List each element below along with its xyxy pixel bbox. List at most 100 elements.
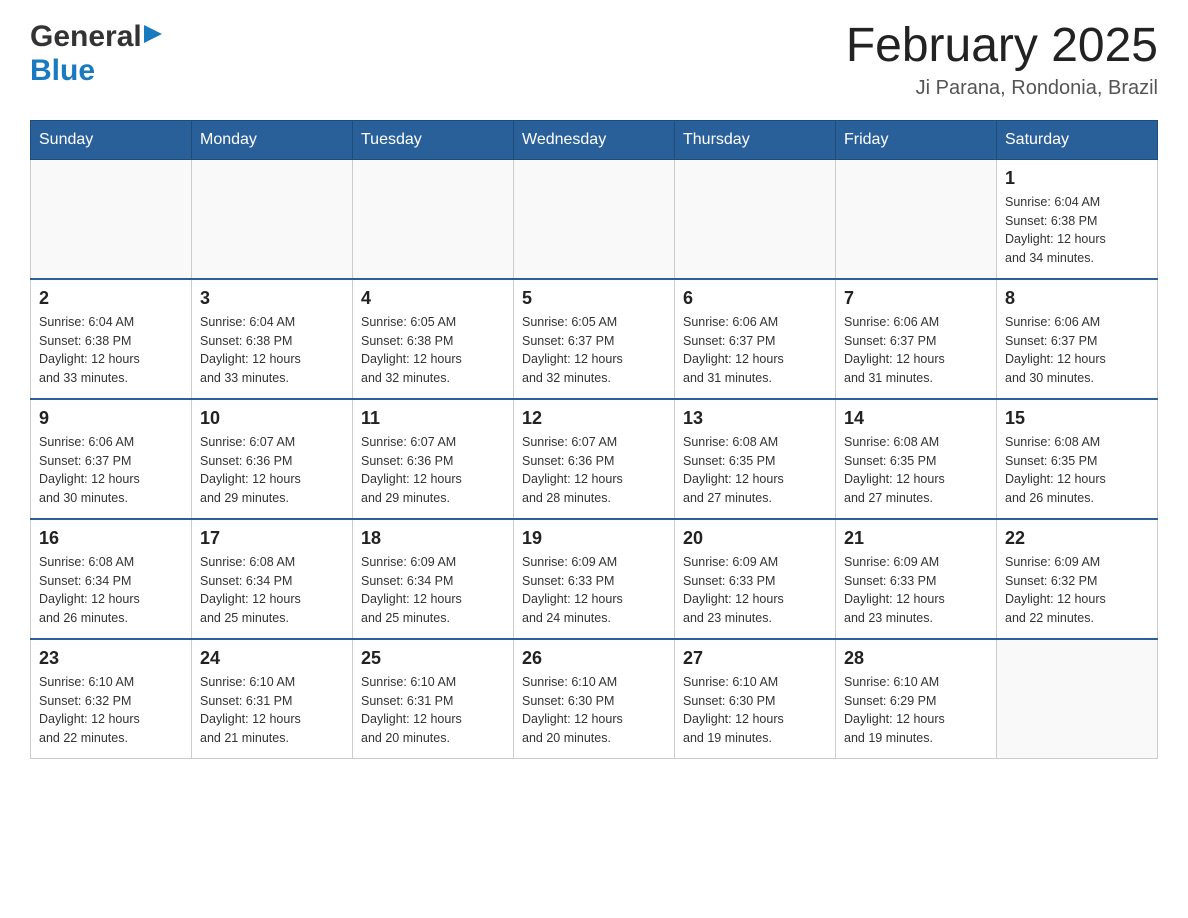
day-number: 12 (522, 408, 666, 429)
calendar-cell (514, 159, 675, 279)
day-number: 27 (683, 648, 827, 669)
day-header-tuesday: Tuesday (353, 120, 514, 159)
day-info: Sunrise: 6:09 AM Sunset: 6:33 PM Dayligh… (683, 553, 827, 628)
day-number: 28 (844, 648, 988, 669)
calendar-cell: 25 Sunrise: 6:10 AM Sunset: 6:31 PM Dayli… (353, 639, 514, 759)
calendar-cell: 3 Sunrise: 6:04 AM Sunset: 6:38 PM Daylig… (192, 279, 353, 399)
calendar-cell: 16 Sunrise: 6:08 AM Sunset: 6:34 PM Dayli… (31, 519, 192, 639)
day-number: 13 (683, 408, 827, 429)
day-number: 3 (200, 288, 344, 309)
calendar-cell (675, 159, 836, 279)
calendar-cell: 7Sunrise: 6:06 AM Sunset: 6:37 PM Daylig… (836, 279, 997, 399)
logo: General Blue (30, 20, 162, 88)
day-info: Sunrise: 6:08 AM Sunset: 6:35 PM Dayligh… (1005, 433, 1149, 508)
day-number: 19 (522, 528, 666, 549)
week-row-0: 1 Sunrise: 6:04 AM Sunset: 6:38 PM Daylig… (31, 159, 1158, 279)
day-info: Sunrise: 6:07 AM Sunset: 6:36 PM Dayligh… (200, 433, 344, 508)
calendar-cell: 12 Sunrise: 6:07 AM Sunset: 6:36 PM Dayli… (514, 399, 675, 519)
day-number: 7 (844, 288, 988, 309)
day-info: Sunrise: 6:08 AM Sunset: 6:34 PM Dayligh… (200, 553, 344, 628)
day-number: 1 (1005, 168, 1149, 189)
day-info: Sunrise: 6:04 AM Sunset: 6:38 PM Dayligh… (1005, 193, 1149, 268)
calendar-cell (353, 159, 514, 279)
calendar-cell: 1 Sunrise: 6:04 AM Sunset: 6:38 PM Daylig… (997, 159, 1158, 279)
week-row-2: 9 Sunrise: 6:06 AM Sunset: 6:37 PM Daylig… (31, 399, 1158, 519)
calendar-cell: 8Sunrise: 6:06 AM Sunset: 6:37 PM Daylig… (997, 279, 1158, 399)
calendar-cell: 4 Sunrise: 6:05 AM Sunset: 6:38 PM Daylig… (353, 279, 514, 399)
calendar-cell: 23Sunrise: 6:10 AM Sunset: 6:32 PM Dayli… (31, 639, 192, 759)
day-info: Sunrise: 6:05 AM Sunset: 6:38 PM Dayligh… (361, 313, 505, 388)
day-info: Sunrise: 6:05 AM Sunset: 6:37 PM Dayligh… (522, 313, 666, 388)
calendar-cell: 19 Sunrise: 6:09 AM Sunset: 6:33 PM Dayli… (514, 519, 675, 639)
calendar-cell: 22 Sunrise: 6:09 AM Sunset: 6:32 PM Dayli… (997, 519, 1158, 639)
day-number: 15 (1005, 408, 1149, 429)
title-area: February 2025 Ji Parana, Rondonia, Brazi… (846, 20, 1158, 100)
calendar-cell (31, 159, 192, 279)
calendar-cell: 28Sunrise: 6:10 AM Sunset: 6:29 PM Dayli… (836, 639, 997, 759)
day-number: 18 (361, 528, 505, 549)
day-number: 4 (361, 288, 505, 309)
calendar-cell: 5 Sunrise: 6:05 AM Sunset: 6:37 PM Daylig… (514, 279, 675, 399)
calendar-table: SundayMondayTuesdayWednesdayThursdayFrid… (30, 120, 1158, 759)
day-number: 17 (200, 528, 344, 549)
day-info: Sunrise: 6:06 AM Sunset: 6:37 PM Dayligh… (683, 313, 827, 388)
day-number: 14 (844, 408, 988, 429)
day-info: Sunrise: 6:08 AM Sunset: 6:34 PM Dayligh… (39, 553, 183, 628)
calendar-cell (997, 639, 1158, 759)
day-number: 23 (39, 648, 183, 669)
day-info: Sunrise: 6:09 AM Sunset: 6:33 PM Dayligh… (844, 553, 988, 628)
day-info: Sunrise: 6:10 AM Sunset: 6:30 PM Dayligh… (683, 673, 827, 748)
day-info: Sunrise: 6:06 AM Sunset: 6:37 PM Dayligh… (39, 433, 183, 508)
day-info: Sunrise: 6:04 AM Sunset: 6:38 PM Dayligh… (200, 313, 344, 388)
day-info: Sunrise: 6:08 AM Sunset: 6:35 PM Dayligh… (844, 433, 988, 508)
day-number: 24 (200, 648, 344, 669)
calendar-cell: 11Sunrise: 6:07 AM Sunset: 6:36 PM Dayli… (353, 399, 514, 519)
logo-blue-text: Blue (30, 54, 95, 87)
calendar-cell: 6Sunrise: 6:06 AM Sunset: 6:37 PM Daylig… (675, 279, 836, 399)
day-number: 22 (1005, 528, 1149, 549)
day-header-wednesday: Wednesday (514, 120, 675, 159)
day-header-monday: Monday (192, 120, 353, 159)
day-info: Sunrise: 6:09 AM Sunset: 6:33 PM Dayligh… (522, 553, 666, 628)
calendar-header: SundayMondayTuesdayWednesdayThursdayFrid… (31, 120, 1158, 159)
day-info: Sunrise: 6:07 AM Sunset: 6:36 PM Dayligh… (522, 433, 666, 508)
calendar-cell: 18 Sunrise: 6:09 AM Sunset: 6:34 PM Dayli… (353, 519, 514, 639)
day-number: 9 (39, 408, 183, 429)
day-number: 16 (39, 528, 183, 549)
week-row-3: 16 Sunrise: 6:08 AM Sunset: 6:34 PM Dayli… (31, 519, 1158, 639)
day-number: 20 (683, 528, 827, 549)
day-number: 10 (200, 408, 344, 429)
day-info: Sunrise: 6:09 AM Sunset: 6:34 PM Dayligh… (361, 553, 505, 628)
day-number: 5 (522, 288, 666, 309)
day-header-row: SundayMondayTuesdayWednesdayThursdayFrid… (31, 120, 1158, 159)
calendar-cell: 9 Sunrise: 6:06 AM Sunset: 6:37 PM Daylig… (31, 399, 192, 519)
day-number: 26 (522, 648, 666, 669)
calendar-cell: 2Sunrise: 6:04 AM Sunset: 6:38 PM Daylig… (31, 279, 192, 399)
day-header-saturday: Saturday (997, 120, 1158, 159)
day-info: Sunrise: 6:09 AM Sunset: 6:32 PM Dayligh… (1005, 553, 1149, 628)
day-header-friday: Friday (836, 120, 997, 159)
calendar-cell (836, 159, 997, 279)
day-number: 2 (39, 288, 183, 309)
calendar-cell: 21 Sunrise: 6:09 AM Sunset: 6:33 PM Dayli… (836, 519, 997, 639)
calendar-subtitle: Ji Parana, Rondonia, Brazil (846, 77, 1158, 100)
calendar-cell: 26 Sunrise: 6:10 AM Sunset: 6:30 PM Dayli… (514, 639, 675, 759)
week-row-1: 2 Sunrise: 6:04 AM Sunset: 6:38 PM Daylig… (31, 279, 1158, 399)
calendar-cell: 10 Sunrise: 6:07 AM Sunset: 6:36 PM Dayli… (192, 399, 353, 519)
calendar-cell: 14 Sunrise: 6:08 AM Sunset: 6:35 PM Dayli… (836, 399, 997, 519)
day-info: Sunrise: 6:10 AM Sunset: 6:30 PM Dayligh… (522, 673, 666, 748)
calendar-cell: 15 Sunrise: 6:08 AM Sunset: 6:35 PM Dayli… (997, 399, 1158, 519)
calendar-cell: 24 Sunrise: 6:10 AM Sunset: 6:31 PM Dayli… (192, 639, 353, 759)
day-info: Sunrise: 6:10 AM Sunset: 6:31 PM Dayligh… (200, 673, 344, 748)
calendar-title: February 2025 (846, 20, 1158, 73)
day-number: 8 (1005, 288, 1149, 309)
day-number: 21 (844, 528, 988, 549)
calendar-cell: 17 Sunrise: 6:08 AM Sunset: 6:34 PM Dayli… (192, 519, 353, 639)
calendar-cell (192, 159, 353, 279)
calendar-cell: 20 Sunrise: 6:09 AM Sunset: 6:33 PM Dayli… (675, 519, 836, 639)
day-info: Sunrise: 6:08 AM Sunset: 6:35 PM Dayligh… (683, 433, 827, 508)
calendar-body: 1 Sunrise: 6:04 AM Sunset: 6:38 PM Daylig… (31, 159, 1158, 758)
day-number: 25 (361, 648, 505, 669)
day-info: Sunrise: 6:10 AM Sunset: 6:31 PM Dayligh… (361, 673, 505, 748)
day-number: 11 (361, 408, 505, 429)
